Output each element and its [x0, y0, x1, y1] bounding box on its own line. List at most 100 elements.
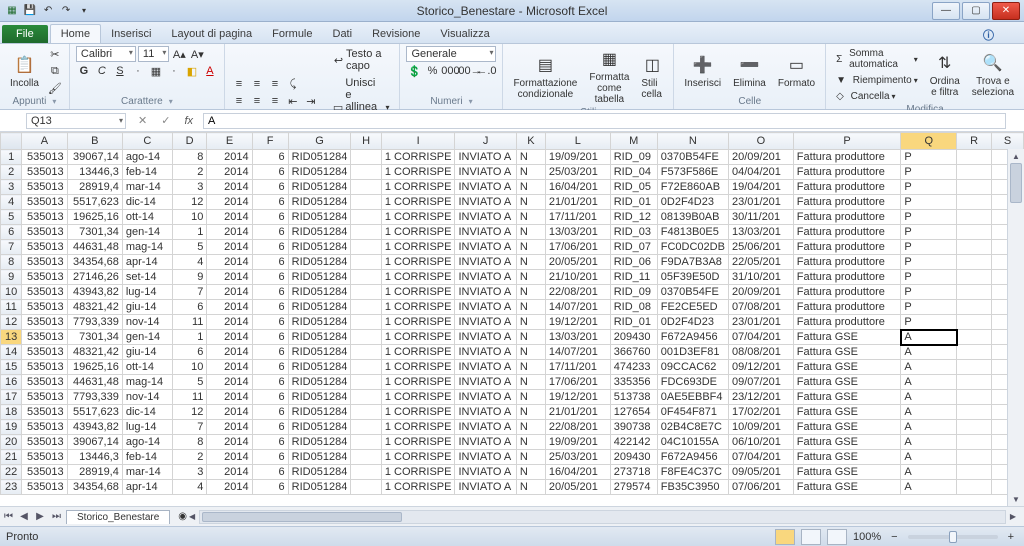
tab-home[interactable]: Home — [50, 24, 101, 43]
cell-J22[interactable]: INVIATO A — [455, 465, 516, 480]
cell-D20[interactable]: 8 — [172, 435, 207, 450]
cell-G4[interactable]: RID051284 — [288, 195, 351, 210]
cell-P5[interactable]: Fattura produttore — [793, 210, 901, 225]
cell-P18[interactable]: Fattura GSE — [793, 405, 901, 420]
normal-view-button[interactable] — [775, 529, 795, 545]
cell-D16[interactable]: 5 — [172, 375, 207, 390]
autosum-button[interactable]: Σ Somma automatica▾ — [832, 46, 922, 72]
cell-N22[interactable]: F8FE4C37C — [657, 465, 728, 480]
cell-G9[interactable]: RID051284 — [288, 270, 351, 285]
cell-F4[interactable]: 6 — [252, 195, 288, 210]
cell-L2[interactable]: 25/03/201 — [545, 165, 610, 180]
cell-A7[interactable]: 535013 — [22, 240, 67, 255]
cell-K14[interactable]: N — [516, 345, 545, 360]
italic-button[interactable]: C — [94, 63, 110, 79]
cancel-formula-icon[interactable]: ✕ — [134, 112, 151, 129]
cell-I11[interactable]: 1 CORRISPE — [381, 300, 455, 315]
cell-B22[interactable]: 28919,4 — [67, 465, 122, 480]
cell-N6[interactable]: F4813B0E5 — [657, 225, 728, 240]
cell-D21[interactable]: 2 — [172, 450, 207, 465]
cell-A20[interactable]: 535013 — [22, 435, 67, 450]
cell-O16[interactable]: 09/07/201 — [728, 375, 793, 390]
cell-C9[interactable]: set-14 — [122, 270, 172, 285]
cell-A5[interactable]: 535013 — [22, 210, 67, 225]
cell-F6[interactable]: 6 — [252, 225, 288, 240]
cell-C23[interactable]: apr-14 — [122, 480, 172, 495]
cell-N7[interactable]: FC0DC02DB — [657, 240, 728, 255]
cell-N20[interactable]: 04C10155A — [657, 435, 728, 450]
cell-M23[interactable]: 279574 — [610, 480, 657, 495]
table-row[interactable]: 135350137301,34gen-14120146RID0512841 CO… — [1, 330, 1024, 345]
cut-icon[interactable]: ✂ — [47, 46, 63, 62]
cell-Q16[interactable]: A — [901, 375, 957, 390]
cell-R5[interactable] — [957, 210, 992, 225]
cell-H22[interactable] — [351, 465, 382, 480]
cell-R22[interactable] — [957, 465, 992, 480]
cell-Q6[interactable]: P — [901, 225, 957, 240]
cell-M10[interactable]: RID_09 — [610, 285, 657, 300]
cell-N5[interactable]: 08139B0AB — [657, 210, 728, 225]
qat-more-icon[interactable]: ▾ — [76, 3, 92, 19]
cell-G19[interactable]: RID051284 — [288, 420, 351, 435]
cell-B14[interactable]: 48321,42 — [67, 345, 122, 360]
cell-C16[interactable]: mag-14 — [122, 375, 172, 390]
cell-H8[interactable] — [351, 255, 382, 270]
cell-O5[interactable]: 30/11/201 — [728, 210, 793, 225]
cell-Q2[interactable]: P — [901, 165, 957, 180]
cell-M5[interactable]: RID_12 — [610, 210, 657, 225]
cell-R3[interactable] — [957, 180, 992, 195]
cell-F13[interactable]: 6 — [252, 330, 288, 345]
cell-B23[interactable]: 34354,68 — [67, 480, 122, 495]
cell-H6[interactable] — [351, 225, 382, 240]
cell-B5[interactable]: 19625,16 — [67, 210, 122, 225]
cell-E18[interactable]: 2014 — [207, 405, 252, 420]
cell-J2[interactable]: INVIATO A — [455, 165, 516, 180]
cell-I14[interactable]: 1 CORRISPE — [381, 345, 455, 360]
cell-J21[interactable]: INVIATO A — [455, 450, 516, 465]
col-header-P[interactable]: P — [793, 133, 901, 150]
cell-D13[interactable]: 1 — [172, 330, 207, 345]
cell-L14[interactable]: 14/07/201 — [545, 345, 610, 360]
cell-E2[interactable]: 2014 — [207, 165, 252, 180]
cell-P3[interactable]: Fattura produttore — [793, 180, 901, 195]
cell-N17[interactable]: 0AE5EBBF4 — [657, 390, 728, 405]
cell-P1[interactable]: Fattura produttore — [793, 150, 901, 165]
cell-I15[interactable]: 1 CORRISPE — [381, 360, 455, 375]
cell-E23[interactable]: 2014 — [207, 480, 252, 495]
cell-styles-button[interactable]: ◫Stili cella — [637, 52, 667, 102]
table-row[interactable]: 175350137793,339nov-141120146RID0512841 … — [1, 390, 1024, 405]
cell-P12[interactable]: Fattura produttore — [793, 315, 901, 330]
scroll-down-icon[interactable]: ▼ — [1008, 492, 1024, 506]
cell-D9[interactable]: 9 — [172, 270, 207, 285]
cell-B6[interactable]: 7301,34 — [67, 225, 122, 240]
cell-N18[interactable]: 0F454F871 — [657, 405, 728, 420]
col-header-S[interactable]: S — [992, 133, 1024, 150]
cell-F10[interactable]: 6 — [252, 285, 288, 300]
cell-Q17[interactable]: A — [901, 390, 957, 405]
cell-L3[interactable]: 16/04/201 — [545, 180, 610, 195]
cell-O2[interactable]: 04/04/201 — [728, 165, 793, 180]
cell-F17[interactable]: 6 — [252, 390, 288, 405]
cell-F15[interactable]: 6 — [252, 360, 288, 375]
cell-N23[interactable]: FB35C3950 — [657, 480, 728, 495]
cell-K21[interactable]: N — [516, 450, 545, 465]
row-header-10[interactable]: 10 — [1, 285, 22, 300]
cell-J11[interactable]: INVIATO A — [455, 300, 516, 315]
cell-M14[interactable]: 366760 — [610, 345, 657, 360]
cell-Q23[interactable]: A — [901, 480, 957, 495]
cell-N11[interactable]: FE2CE5ED — [657, 300, 728, 315]
table-row[interactable]: 125350137793,339nov-141120146RID0512841 … — [1, 315, 1024, 330]
cell-I8[interactable]: 1 CORRISPE — [381, 255, 455, 270]
cell-I1[interactable]: 1 CORRISPE — [381, 150, 455, 165]
table-row[interactable]: 45350135517,623dic-141220146RID0512841 C… — [1, 195, 1024, 210]
cell-P6[interactable]: Fattura produttore — [793, 225, 901, 240]
cell-N13[interactable]: F672A9456 — [657, 330, 728, 345]
cell-L17[interactable]: 19/12/201 — [545, 390, 610, 405]
cell-M18[interactable]: 127654 — [610, 405, 657, 420]
cell-M3[interactable]: RID_05 — [610, 180, 657, 195]
cell-K7[interactable]: N — [516, 240, 545, 255]
cell-H7[interactable] — [351, 240, 382, 255]
cell-A9[interactable]: 535013 — [22, 270, 67, 285]
cell-I6[interactable]: 1 CORRISPE — [381, 225, 455, 240]
cell-P10[interactable]: Fattura produttore — [793, 285, 901, 300]
